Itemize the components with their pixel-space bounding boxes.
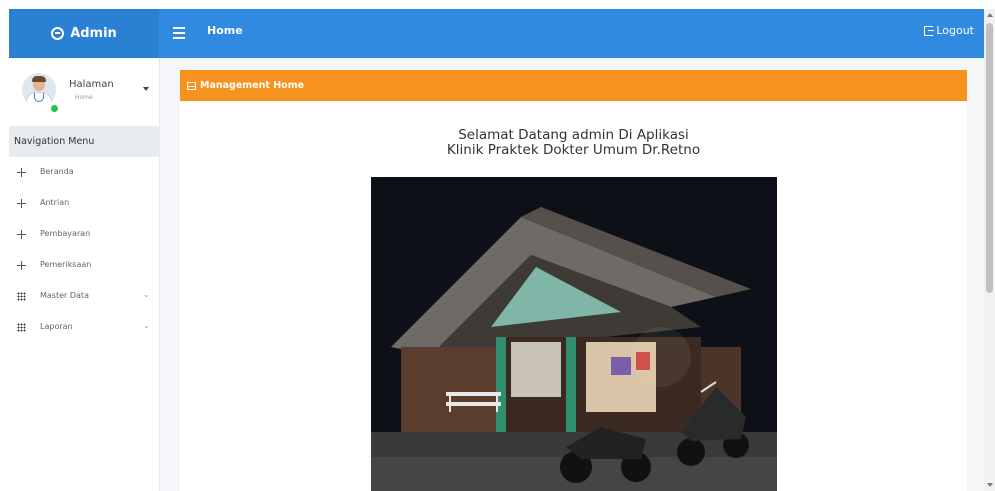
- sidebar-item-pembayaran[interactable]: Pembayaran: [9, 219, 159, 250]
- welcome-line-1: Selamat Datang admin Di Aplikasi: [458, 127, 689, 143]
- sidebar-item-pemeriksaan[interactable]: Pemeriksaan: [9, 250, 159, 281]
- chevron-down-icon: ⌄: [143, 290, 150, 299]
- sidebar-item-label: Pemeriksaan: [40, 260, 92, 269]
- nav-header: Navigation Menu: [9, 126, 159, 157]
- sidebar-item-laporan[interactable]: Laporan ⌄: [9, 312, 159, 343]
- move-icon: [17, 230, 26, 239]
- clinic-photo: [371, 177, 777, 491]
- scroll-up-icon[interactable]: [987, 13, 993, 17]
- sidebar: Halaman Home Navigation Menu Beranda Ant…: [9, 58, 160, 491]
- user-subtitle: Home: [75, 94, 93, 101]
- grid-icon: [17, 323, 26, 332]
- sidebar-item-label: Beranda: [40, 167, 74, 176]
- sidebar-item-label: Laporan: [40, 322, 73, 331]
- sidebar-item-label: Antrian: [40, 198, 70, 207]
- scrollbar-thumb[interactable]: [986, 23, 993, 293]
- top-navbar: Admin Home Logout: [9, 9, 984, 58]
- move-icon: [17, 199, 26, 208]
- card-title: Management Home: [200, 80, 305, 91]
- move-icon: [17, 168, 26, 177]
- page-title: Home: [207, 24, 243, 37]
- nav-list: Beranda Antrian Pembayaran Pemeriksaan M…: [9, 157, 159, 343]
- management-card: Management Home Selamat Datang admin Di …: [180, 70, 967, 491]
- logout-label: Logout: [936, 24, 974, 37]
- grid-icon: [17, 292, 26, 301]
- sidebar-item-master-data[interactable]: Master Data ⌄: [9, 281, 159, 312]
- sidebar-item-beranda[interactable]: Beranda: [9, 157, 159, 188]
- sign-out-icon: [924, 25, 935, 36]
- cube-icon: [51, 27, 65, 40]
- window-frame-left: [0, 9, 9, 491]
- chevron-down-icon: ⌄: [143, 321, 150, 330]
- brand[interactable]: Admin: [9, 9, 159, 58]
- user-panel[interactable]: Halaman Home: [9, 58, 159, 126]
- sidebar-item-label: Pembayaran: [40, 229, 91, 238]
- card-header: Management Home: [180, 70, 967, 101]
- menu-toggle-icon[interactable]: [173, 27, 185, 39]
- welcome-line-2: Klinik Praktek Dokter Umum Dr.Retno: [446, 142, 701, 158]
- table-icon: [187, 81, 196, 90]
- sidebar-item-label: Master Data: [40, 291, 89, 300]
- window-frame-top: [0, 0, 995, 9]
- caret-down-icon[interactable]: [143, 87, 149, 91]
- move-icon: [17, 261, 26, 270]
- online-status-dot: [50, 104, 59, 113]
- avatar: [22, 73, 56, 107]
- scroll-down-icon[interactable]: [987, 483, 993, 487]
- brand-label: Admin: [70, 26, 117, 41]
- content-area: Management Home Selamat Datang admin Di …: [160, 58, 984, 491]
- sidebar-item-antrian[interactable]: Antrian: [9, 188, 159, 219]
- clinic-building-image: [371, 177, 777, 491]
- logout-button[interactable]: Logout: [924, 24, 974, 37]
- page-scrollbar[interactable]: [984, 9, 995, 491]
- user-name: Halaman: [69, 79, 114, 90]
